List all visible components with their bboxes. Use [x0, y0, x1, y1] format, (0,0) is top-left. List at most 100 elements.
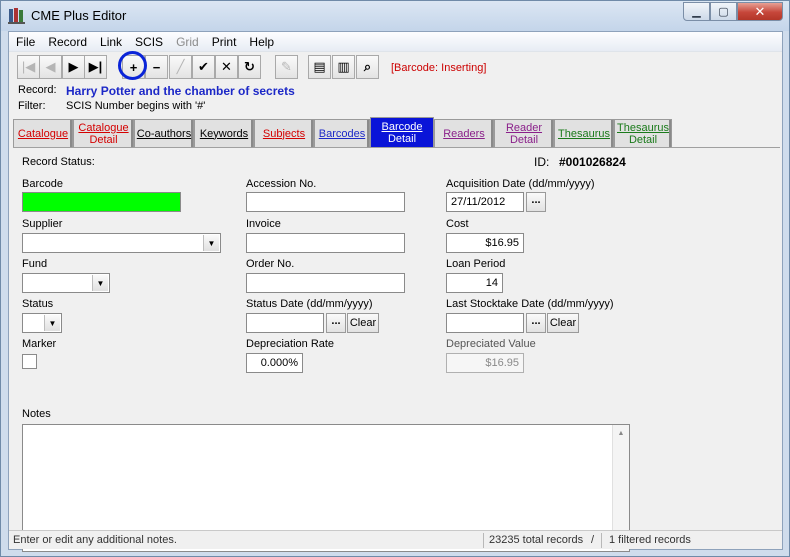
cost-field[interactable]: $16.95 — [446, 233, 524, 253]
accession-field[interactable] — [246, 192, 405, 212]
check-icon: ✔ — [198, 59, 209, 74]
spell-button[interactable]: ✎ — [275, 55, 298, 79]
last-record-button[interactable]: ▶| — [84, 55, 107, 79]
status-date-picker-button[interactable]: ... — [326, 313, 346, 333]
menu-help[interactable]: Help — [242, 32, 280, 51]
cancel-button[interactable]: ✕ — [215, 55, 238, 79]
chevron-down-icon[interactable]: ▼ — [203, 235, 219, 251]
tab-readers[interactable]: Readers — [434, 119, 494, 147]
filter-label: Filter: — [18, 100, 46, 112]
tab-label: Readers — [443, 127, 485, 140]
mode-indicator: [Barcode: Inserting] — [391, 62, 487, 74]
notes-label: Notes — [22, 408, 51, 420]
status-hint: Enter or edit any additional notes. — [13, 534, 177, 546]
last-icon: ▶| — [88, 59, 103, 74]
stocktake-date-picker-button[interactable]: ... — [526, 313, 546, 333]
window-controls: ▁ ▢ ✕ — [683, 2, 783, 21]
menu-scis[interactable]: SCIS — [128, 32, 169, 51]
print-button[interactable]: ▤ — [308, 55, 331, 79]
tab-label: Thesaurus — [558, 127, 610, 140]
tab-label-line2: Detail — [628, 133, 658, 146]
order-no-label: Order No. — [246, 258, 295, 270]
tab-catalogue[interactable]: Catalogue — [13, 119, 73, 147]
menu-link[interactable]: Link — [93, 32, 128, 51]
tab-label: Keywords — [199, 127, 249, 140]
acquisition-date-label: Acquisition Date (dd/mm/yyyy) — [446, 178, 595, 190]
order-no-field[interactable] — [246, 273, 405, 293]
refresh-icon: ↻ — [244, 59, 255, 74]
barcode-field[interactable] — [22, 192, 181, 212]
stocktake-date-field[interactable] — [446, 313, 524, 333]
menu-print[interactable]: Print — [205, 32, 243, 51]
delete-record-button[interactable]: − — [145, 55, 168, 79]
tab-label: Catalogue — [78, 121, 129, 134]
post-button[interactable]: ✔ — [192, 55, 215, 79]
chevron-down-icon[interactable]: ▼ — [92, 275, 108, 291]
tab-barcode-detail[interactable]: Barcode Detail — [370, 117, 434, 147]
close-button[interactable]: ✕ — [737, 2, 783, 21]
first-icon: |◀ — [21, 59, 36, 74]
magnifier-icon: ⌕ — [363, 59, 372, 74]
next-record-button[interactable]: ▶ — [62, 55, 85, 79]
cross-icon: ✕ — [221, 59, 232, 74]
tab-barcodes[interactable]: Barcodes — [314, 119, 370, 147]
stocktake-date-clear-button[interactable]: Clear — [547, 313, 579, 333]
preview-button[interactable]: ⌕ — [356, 55, 379, 79]
tab-reader-detail[interactable]: Reader Detail — [494, 119, 554, 147]
minus-icon: − — [152, 59, 161, 75]
refresh-button[interactable]: ↻ — [238, 55, 261, 79]
loan-period-field[interactable]: 14 — [446, 273, 503, 293]
status-date-field[interactable] — [246, 313, 324, 333]
title-bar[interactable]: CME Plus Editor ▁ ▢ ✕ — [1, 1, 789, 31]
maximize-button[interactable]: ▢ — [710, 2, 737, 21]
tab-label: Catalogue — [17, 127, 69, 140]
close-icon: ✕ — [754, 3, 766, 19]
scroll-up-icon[interactable]: ▲ — [613, 425, 629, 441]
next-icon: ▶ — [68, 59, 79, 74]
minimize-button[interactable]: ▁ — [683, 2, 710, 21]
cost-label: Cost — [446, 218, 469, 230]
tab-label: Reader — [505, 121, 543, 134]
acquisition-date-field[interactable]: 27/11/2012 — [446, 192, 524, 212]
pencil-icon: ✎ — [281, 59, 292, 74]
tab-co-authors[interactable]: Co-authors — [134, 119, 194, 147]
status-slash: / — [591, 534, 595, 546]
supplier-combo[interactable]: ▼ — [22, 233, 221, 253]
print-preview-icon: ▥ — [337, 59, 350, 74]
status-date-label: Status Date (dd/mm/yyyy) — [246, 298, 373, 310]
highlight-circle — [118, 51, 147, 80]
depreciation-rate-field[interactable]: 0.000% — [246, 353, 303, 373]
tab-subjects[interactable]: Subjects — [254, 119, 314, 147]
depreciated-value-label: Depreciated Value — [446, 338, 536, 350]
status-combo[interactable]: ▼ — [22, 313, 62, 333]
menu-record[interactable]: Record — [41, 32, 93, 51]
tab-label: Barcode — [381, 120, 423, 133]
tab-thesaurus[interactable]: Thesaurus — [554, 119, 614, 147]
tab-keywords[interactable]: Keywords — [194, 119, 254, 147]
window-title: CME Plus Editor — [31, 8, 127, 23]
acquisition-date-picker-button[interactable]: ... — [526, 192, 546, 212]
prev-record-button[interactable]: ◀ — [39, 55, 62, 79]
first-record-button[interactable]: |◀ — [17, 55, 40, 79]
tab-thesaurus-detail[interactable]: Thesaurus Detail — [614, 119, 672, 147]
stocktake-date-label: Last Stocktake Date (dd/mm/yyyy) — [446, 298, 614, 310]
loan-period-label: Loan Period — [446, 258, 506, 270]
id-label: ID: — [534, 155, 550, 169]
edit-record-button[interactable]: ╱ — [169, 55, 192, 79]
print-setup-button[interactable]: ▥ — [332, 55, 355, 79]
tab-label-line2: Detail — [89, 133, 118, 146]
fund-combo[interactable]: ▼ — [22, 273, 110, 293]
tab-catalogue-detail[interactable]: Catalogue Detail — [73, 119, 134, 147]
menu-grid[interactable]: Grid — [169, 32, 205, 51]
app-icon — [8, 8, 25, 24]
invoice-field[interactable] — [246, 233, 405, 253]
fund-label: Fund — [22, 258, 48, 270]
tab-label-line2: Detail — [387, 132, 417, 145]
status-total-records: 23235 total records — [489, 534, 584, 546]
status-date-clear-button[interactable]: Clear — [347, 313, 379, 333]
tab-label: Co-authors — [136, 127, 192, 140]
chevron-down-icon[interactable]: ▼ — [44, 315, 60, 331]
menu-file[interactable]: File — [9, 32, 41, 51]
marker-checkbox[interactable] — [22, 354, 37, 369]
prev-icon: ◀ — [45, 59, 56, 74]
